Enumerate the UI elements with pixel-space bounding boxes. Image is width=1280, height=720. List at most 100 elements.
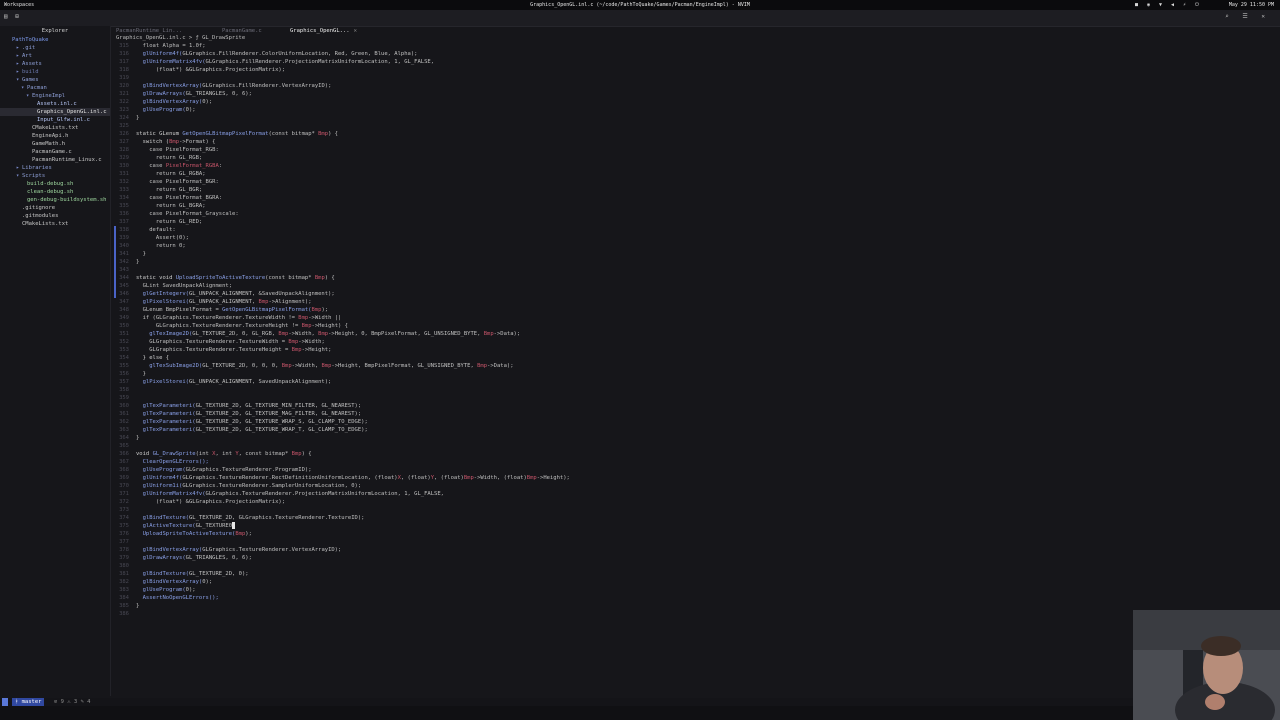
code-line[interactable]: 326 static GLenum GetOpenGLBitmapPixelFor… — [112, 130, 338, 138]
tree-item[interactable]: ▾ Pacman — [0, 84, 110, 92]
code-line[interactable]: 376 UploadSpriteToActiveTexture(Bmp); — [112, 530, 252, 538]
tree-item[interactable]: CMakeLists.txt — [0, 220, 110, 228]
tree-item[interactable]: ▸ Assets — [0, 60, 110, 68]
code-line[interactable]: 317 glUniformMatrix4fv(GLGraphics.FillRe… — [112, 58, 434, 66]
tree-item[interactable]: PacmanGame.c — [0, 148, 110, 156]
tree-item[interactable]: build-debug.sh — [0, 180, 110, 188]
tree-item[interactable]: ▾ Games — [0, 76, 110, 84]
git-branch[interactable]: ᚼ master — [12, 698, 45, 706]
code-line[interactable]: 350 GLGraphics.TextureRenderer.TextureHe… — [112, 322, 348, 330]
code-line[interactable]: 369 glUniform4f(GLGraphics.TextureRender… — [112, 474, 570, 482]
code-line[interactable]: 351 glTexImage2D(GL_TEXTURE_2D, 0, GL_RG… — [112, 330, 520, 338]
tree-item[interactable]: Graphics_OpenGL.inl.c — [0, 108, 110, 116]
code-line[interactable]: 368 glUseProgram(GLGraphics.TextureRende… — [112, 466, 311, 474]
code-line[interactable]: 353 GLGraphics.TextureRenderer.TextureHe… — [112, 346, 331, 354]
code-line[interactable]: 366 void GL_DrawSprite(int X, int Y, cons… — [112, 450, 311, 458]
terminal-menu-icon[interactable]: ▤ ⊞ — [4, 13, 21, 20]
code-line[interactable]: 356 } — [112, 370, 146, 378]
code-line[interactable]: 341 } — [112, 250, 146, 258]
code-line[interactable]: 344 static void UploadSpriteToActiveTextu… — [112, 274, 335, 282]
tree-item[interactable]: GameMath.h — [0, 140, 110, 148]
system-tray-icons[interactable]: ■ ◉ ▼ ◀ ⚡ ⏻ — [1135, 0, 1202, 10]
code-line[interactable]: 383 glUseProgram(0); — [112, 586, 196, 594]
code-line[interactable]: 347 glPixelStorei(GL_UNPACK_ALIGNMENT, B… — [112, 298, 311, 306]
code-line[interactable]: 322 glBindVertexArray(0); — [112, 98, 212, 106]
code-line[interactable]: 355 glTexSubImage2D(GL_TEXTURE_2D, 0, 0,… — [112, 362, 513, 370]
code-line[interactable]: 348 GLenum BmpPixelFormat = GetOpenGLBit… — [112, 306, 328, 314]
tree-item[interactable]: PacmanRuntime_Linux.c — [0, 156, 110, 164]
code-line[interactable]: 373 — [112, 506, 136, 514]
code-line[interactable]: 343 — [112, 266, 136, 274]
code-line[interactable]: 325 — [112, 122, 136, 130]
code-line[interactable]: 320 glBindVertexArray(GLGraphics.FillRen… — [112, 82, 331, 90]
command-line[interactable] — [0, 706, 1280, 720]
tree-item[interactable]: CMakeLists.txt — [0, 124, 110, 132]
code-line[interactable]: 380 — [112, 562, 136, 570]
code-line[interactable]: 384 AssertNoOpenGLErrors(); — [112, 594, 219, 602]
code-line[interactable]: 349 if (GLGraphics.TextureRenderer.Textu… — [112, 314, 341, 322]
code-line[interactable]: 357 glPixelStorei(GL_UNPACK_ALIGNMENT, S… — [112, 378, 331, 386]
breadcrumb[interactable]: Graphics_OpenGL.inl.c > ƒ GL_DrawSprite — [116, 34, 245, 42]
close-icon[interactable]: ✕ — [354, 28, 357, 34]
code-line[interactable]: 374 glBindTexture(GL_TEXTURE_2D, GLGraph… — [112, 514, 364, 522]
code-line[interactable]: 359 — [112, 394, 136, 402]
code-line[interactable]: 358 — [112, 386, 136, 394]
buffer-tab[interactable]: Graphics_OpenGL... ✕ — [290, 26, 357, 36]
tree-item[interactable]: .gitignore — [0, 204, 110, 212]
code-line[interactable]: 382 glBindVertexArray(0); — [112, 578, 212, 586]
code-line[interactable]: 335 return GL_BGRA; — [112, 202, 205, 210]
tree-item[interactable]: clean-debug.sh — [0, 188, 110, 196]
code-line[interactable]: 372 (float*) &GLGraphics.ProjectionMatri… — [112, 498, 285, 506]
code-line[interactable]: 370 glUniform1i(GLGraphics.TextureRender… — [112, 482, 361, 490]
code-editor[interactable]: 315 float Alpha = 1.0f; 316 glUniform4f(G… — [112, 42, 1280, 682]
code-line[interactable]: 336 case PixelFormat_Grayscale: — [112, 210, 239, 218]
code-line[interactable]: 339 Assert(0); — [112, 234, 189, 242]
code-line[interactable]: 332 case PixelFormat_BGR: — [112, 178, 219, 186]
tree-item[interactable]: ▸ Libraries — [0, 164, 110, 172]
diagnostics-counts[interactable]: ⊘ 9 ⚠ 3 ✎ 4 — [54, 698, 90, 706]
code-line[interactable]: 342} — [112, 258, 139, 266]
code-line[interactable]: 331 return GL_RGBA; — [112, 170, 205, 178]
code-line[interactable]: 363 glTexParameteri(GL_TEXTURE_2D, GL_TE… — [112, 426, 368, 434]
code-line[interactable]: 340 return 0; — [112, 242, 186, 250]
code-line[interactable]: 316 glUniform4f(GLGraphics.FillRenderer.… — [112, 50, 417, 58]
code-line[interactable]: 330 case PixelFormat_RGBA: — [112, 162, 222, 170]
code-line[interactable]: 367 ClearOpenGLErrors(); — [112, 458, 209, 466]
code-line[interactable]: 386 — [112, 610, 136, 618]
tree-item[interactable]: gen-debug-buildsystem.sh — [0, 196, 110, 204]
code-line[interactable]: 333 return GL_BGR; — [112, 186, 202, 194]
code-line[interactable]: 338 default: — [112, 226, 176, 234]
code-line[interactable]: 327 switch (Bmp->Format) { — [112, 138, 215, 146]
tree-item[interactable]: Input_Glfw.inl.c — [0, 116, 110, 124]
code-line[interactable]: 379 glDrawArrays(GL_TRIANGLES, 0, 6); — [112, 554, 252, 562]
code-line[interactable]: 345 GLint SavedUnpackAlignment; — [112, 282, 232, 290]
code-line[interactable]: 319 — [112, 74, 136, 82]
code-line[interactable]: 318 (float*) &GLGraphics.ProjectionMatri… — [112, 66, 285, 74]
code-line[interactable]: 334 case PixelFormat_BGRA: — [112, 194, 222, 202]
clock[interactable]: May 29 11:50 PM — [1229, 0, 1274, 10]
code-line[interactable]: 354 } else { — [112, 354, 169, 362]
code-line[interactable]: 362 glTexParameteri(GL_TEXTURE_2D, GL_TE… — [112, 418, 368, 426]
code-line[interactable]: 324} — [112, 114, 139, 122]
code-line[interactable]: 371 glUniformMatrix4fv(GLGraphics.Textur… — [112, 490, 444, 498]
code-line[interactable]: 365 — [112, 442, 136, 450]
code-line[interactable]: 328 case PixelFormat_RGB: — [112, 146, 219, 154]
code-line[interactable]: 321 glDrawArrays(GL_TRIANGLES, 0, 6); — [112, 90, 252, 98]
code-line[interactable]: 364} — [112, 434, 139, 442]
tree-item[interactable]: Assets.inl.c — [0, 100, 110, 108]
code-line[interactable]: 346 glGetIntegerv(GL_UNPACK_ALIGNMENT, &… — [112, 290, 335, 298]
window-controls-icon[interactable]: ⌕ ☰ ✕ — [1225, 13, 1270, 20]
code-line[interactable]: 381 glBindTexture(GL_TEXTURE_2D, 0); — [112, 570, 249, 578]
code-line[interactable]: 315 float Alpha = 1.0f; — [112, 42, 205, 50]
tree-item[interactable]: ▾ EngineImpl — [0, 92, 110, 100]
code-line[interactable]: 329 return GL_RGB; — [112, 154, 202, 162]
code-line[interactable]: 375 glActiveTexture(GL_TEXTURE0 — [112, 522, 236, 530]
code-line[interactable]: 361 glTexParameteri(GL_TEXTURE_2D, GL_TE… — [112, 410, 361, 418]
tree-item[interactable]: .gitmodules — [0, 212, 110, 220]
code-line[interactable]: 378 glBindVertexArray(GLGraphics.Texture… — [112, 546, 341, 554]
code-line[interactable]: 385} — [112, 602, 139, 610]
tree-item[interactable]: ▾ Scripts — [0, 172, 110, 180]
code-line[interactable]: 360 glTexParameteri(GL_TEXTURE_2D, GL_TE… — [112, 402, 361, 410]
code-line[interactable]: 377 — [112, 538, 136, 546]
tree-item[interactable]: ▸ build — [0, 68, 110, 76]
